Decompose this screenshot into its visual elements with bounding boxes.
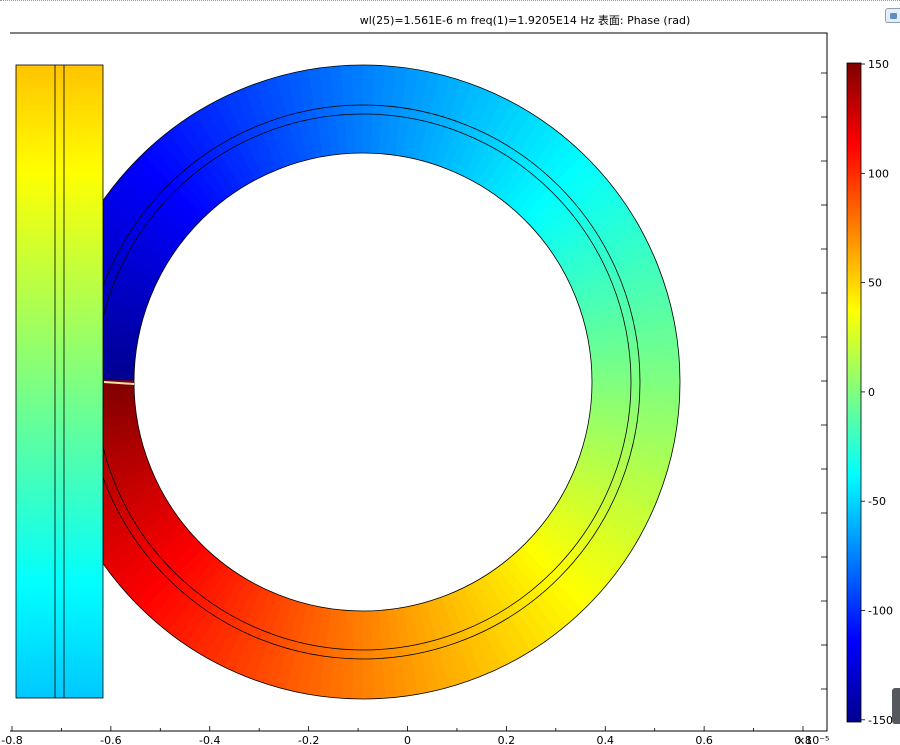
ring-phase-field (45, 65, 680, 699)
x-tick-label: -0.8 (1, 734, 22, 745)
colorbar-tick-label: 150 (868, 58, 889, 71)
colorbar-tick-label: 50 (868, 277, 882, 290)
y-axis-ticks (821, 72, 827, 690)
colorbar-ticks: 150 100 50 0 -50 -100 -150 (861, 58, 893, 727)
colorbar-tick-label: -100 (868, 605, 893, 618)
ring-inner-boundary (133, 152, 593, 612)
x-axis-exponent: ×10⁻⁵ (796, 734, 829, 745)
bus-waveguide (15, 64, 104, 699)
x-tick-label: 0.4 (597, 734, 615, 745)
x-axis-labels: -0.8 -0.6 -0.4 -0.2 0 0.2 0.4 0.6 0.8 (1, 734, 811, 745)
x-tick-label: 0.2 (498, 734, 516, 745)
colorbar (846, 62, 862, 723)
x-tick-label: 0.6 (695, 734, 713, 745)
x-tick-label: -0.4 (199, 734, 220, 745)
x-tick-label: 0 (404, 734, 411, 745)
plot-canvas: -0.8 -0.6 -0.4 -0.2 0 0.2 0.4 0.6 0.8 ×10⁻⁵ 1501… (1, 32, 893, 745)
x-axis-ticks (11, 726, 804, 731)
colorbar-tick-label: 0 (868, 386, 875, 399)
scroll-handle[interactable] (892, 688, 900, 724)
colorbar-tick-label: -150 (868, 714, 893, 727)
colorbar-tick-label: 100 (868, 167, 889, 180)
x-tick-label: -0.2 (298, 734, 319, 745)
colorbar-tick-label: -50 (868, 495, 886, 508)
x-tick-label: -0.6 (100, 734, 121, 745)
